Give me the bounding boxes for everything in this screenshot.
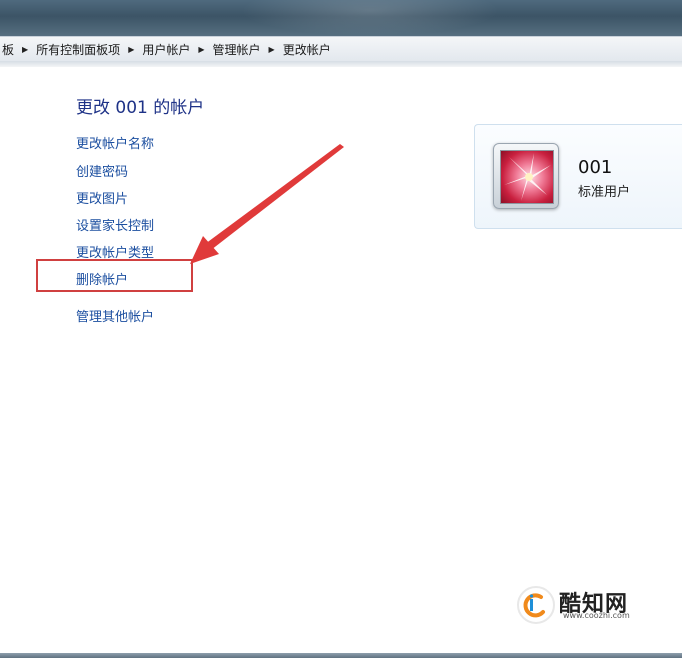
toolbar-divider xyxy=(0,61,682,67)
watermark: 酷知网 www.coozhi.com xyxy=(517,584,657,624)
coozhi-logo-icon xyxy=(517,586,555,624)
arrow-shaft xyxy=(205,144,344,250)
change-picture-link[interactable]: 更改图片 xyxy=(76,188,128,207)
titlebar-glass xyxy=(240,0,500,36)
window-titlebar xyxy=(0,0,682,36)
account-card: 001 标准用户 xyxy=(474,124,682,229)
bottom-frame xyxy=(0,653,682,658)
avatar xyxy=(493,143,559,209)
highlight-box xyxy=(36,259,193,292)
rename-account-link[interactable]: 更改帐户名称 xyxy=(76,133,154,152)
manage-other-accounts-link[interactable]: 管理其他帐户 xyxy=(76,306,154,325)
breadcrumb-arrow-icon[interactable]: ▶ xyxy=(192,45,210,54)
breadcrumb-all-items[interactable]: 所有控制面板项 xyxy=(34,41,122,58)
breadcrumb-manage-accounts[interactable]: 管理帐户 xyxy=(211,41,263,58)
parental-controls-link[interactable]: 设置家长控制 xyxy=(76,215,154,234)
breadcrumb-change-account[interactable]: 更改帐户 xyxy=(281,41,333,58)
page-title: 更改 001 的帐户 xyxy=(76,98,205,118)
breadcrumb-control-panel[interactable]: 板 xyxy=(0,41,16,58)
starfish-picture-icon xyxy=(500,150,554,204)
breadcrumb-arrow-icon[interactable]: ▶ xyxy=(122,45,140,54)
starfish-shape-icon xyxy=(504,153,551,201)
account-type: 标准用户 xyxy=(578,185,631,200)
address-bar[interactable]: 板 ▶ 所有控制面板项 ▶ 用户帐户 ▶ 管理帐户 ▶ 更改帐户 xyxy=(0,36,682,62)
breadcrumb-user-accounts[interactable]: 用户帐户 xyxy=(140,41,192,58)
create-password-link[interactable]: 创建密码 xyxy=(76,161,128,180)
breadcrumb-arrow-icon[interactable]: ▶ xyxy=(16,45,34,54)
account-name: 001 xyxy=(578,157,613,178)
watermark-url: www.coozhi.com xyxy=(563,611,630,620)
breadcrumb-arrow-icon[interactable]: ▶ xyxy=(263,45,281,54)
arrow-head xyxy=(190,236,219,264)
